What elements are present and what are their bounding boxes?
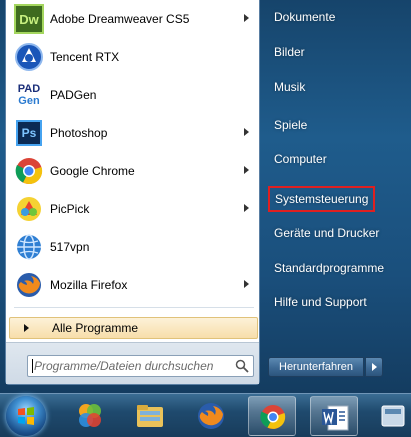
chrome-icon xyxy=(260,405,286,429)
taskbar-app-explorer[interactable] xyxy=(126,396,174,436)
program-item-chrome[interactable]: Google Chrome xyxy=(6,152,259,190)
submenu-arrow-icon[interactable] xyxy=(244,166,249,174)
place-help-support[interactable]: Hilfe und Support xyxy=(268,285,406,319)
photoshop-icon: Ps xyxy=(16,120,42,146)
taskbar-app-partial[interactable] xyxy=(370,396,411,436)
shutdown-options-button[interactable] xyxy=(365,357,383,377)
picpick-icon xyxy=(14,194,44,224)
taskbar xyxy=(0,393,411,437)
play-arrow-icon xyxy=(24,324,29,332)
program-label: Mozilla Firefox xyxy=(50,278,128,292)
all-programs-button[interactable]: Alle Programme xyxy=(9,317,258,339)
place-documents[interactable]: Dokumente xyxy=(268,0,406,34)
program-label: PADGen xyxy=(50,88,97,102)
place-pictures[interactable]: Bilder xyxy=(268,35,406,69)
place-default-programs[interactable]: Standardprogramme xyxy=(268,251,406,285)
submenu-arrow-icon[interactable] xyxy=(244,14,249,22)
all-programs-label: Alle Programme xyxy=(52,321,139,335)
shutdown-label: Herunterfahren xyxy=(279,361,353,373)
program-item-tencent-rtx[interactable]: Tencent RTX xyxy=(6,38,259,76)
program-item-picpick[interactable]: PicPick xyxy=(6,190,259,228)
program-pane: Dw Adobe Dreamweaver CS5 Tencent RTX PAD… xyxy=(5,0,260,385)
place-games[interactable]: Spiele xyxy=(268,108,406,142)
program-label: Photoshop xyxy=(50,126,108,140)
tencent-rtx-icon xyxy=(14,42,44,72)
chrome-icon xyxy=(14,156,44,186)
vpn-icon xyxy=(14,232,44,262)
firefox-icon xyxy=(198,403,224,429)
search-area: Programme/Dateien durchsuchen xyxy=(6,342,259,384)
search-placeholder: Programme/Dateien durchsuchen xyxy=(34,359,214,373)
taskbar-app-firefox[interactable] xyxy=(187,396,235,436)
windows-logo-icon xyxy=(18,407,34,425)
program-label: Google Chrome xyxy=(50,164,135,178)
colorful-circles-icon xyxy=(79,404,101,427)
dreamweaver-icon: Dw xyxy=(14,4,44,34)
program-item-firefox[interactable]: Mozilla Firefox xyxy=(6,266,259,304)
place-computer[interactable]: Computer xyxy=(268,142,406,176)
program-item-dreamweaver[interactable]: Dw Adobe Dreamweaver CS5 xyxy=(6,0,259,38)
divider xyxy=(14,307,254,308)
app-icon xyxy=(381,405,405,427)
submenu-arrow-icon[interactable] xyxy=(244,128,249,136)
place-devices-printers[interactable]: Geräte und Drucker xyxy=(268,216,406,250)
program-label: Tencent RTX xyxy=(50,50,120,64)
taskbar-app-word[interactable] xyxy=(310,396,358,436)
firefox-icon xyxy=(14,270,44,300)
start-menu: Dw Adobe Dreamweaver CS5 Tencent RTX PAD… xyxy=(0,0,411,393)
program-list: Dw Adobe Dreamweaver CS5 Tencent RTX PAD… xyxy=(6,0,259,304)
program-label: PicPick xyxy=(50,202,90,216)
taskbar-app-chrome[interactable] xyxy=(248,396,296,436)
word-icon xyxy=(322,405,349,431)
place-control-panel[interactable]: Systemsteuerung xyxy=(268,182,406,216)
padgen-icon: PAD Gen xyxy=(17,83,41,107)
program-item-photoshop[interactable]: Ps Photoshop xyxy=(6,114,259,152)
search-input[interactable]: Programme/Dateien durchsuchen xyxy=(27,355,254,377)
taskbar-app-colorful[interactable] xyxy=(66,396,114,436)
program-label: Adobe Dreamweaver CS5 xyxy=(50,12,190,26)
search-icon[interactable] xyxy=(235,359,249,373)
place-music[interactable]: Musik xyxy=(268,70,406,104)
program-item-517vpn[interactable]: 517vpn xyxy=(6,228,259,266)
program-item-padgen[interactable]: PAD Gen PADGen xyxy=(6,76,259,114)
places-pane: Dokumente Bilder Musik Spiele Computer S… xyxy=(268,0,408,385)
program-label: 517vpn xyxy=(50,240,90,254)
submenu-arrow-icon[interactable] xyxy=(244,280,249,288)
shutdown-button[interactable]: Herunterfahren xyxy=(268,357,364,377)
folder-icon xyxy=(137,405,163,427)
start-orb[interactable] xyxy=(6,396,46,436)
submenu-arrow-icon[interactable] xyxy=(244,204,249,212)
